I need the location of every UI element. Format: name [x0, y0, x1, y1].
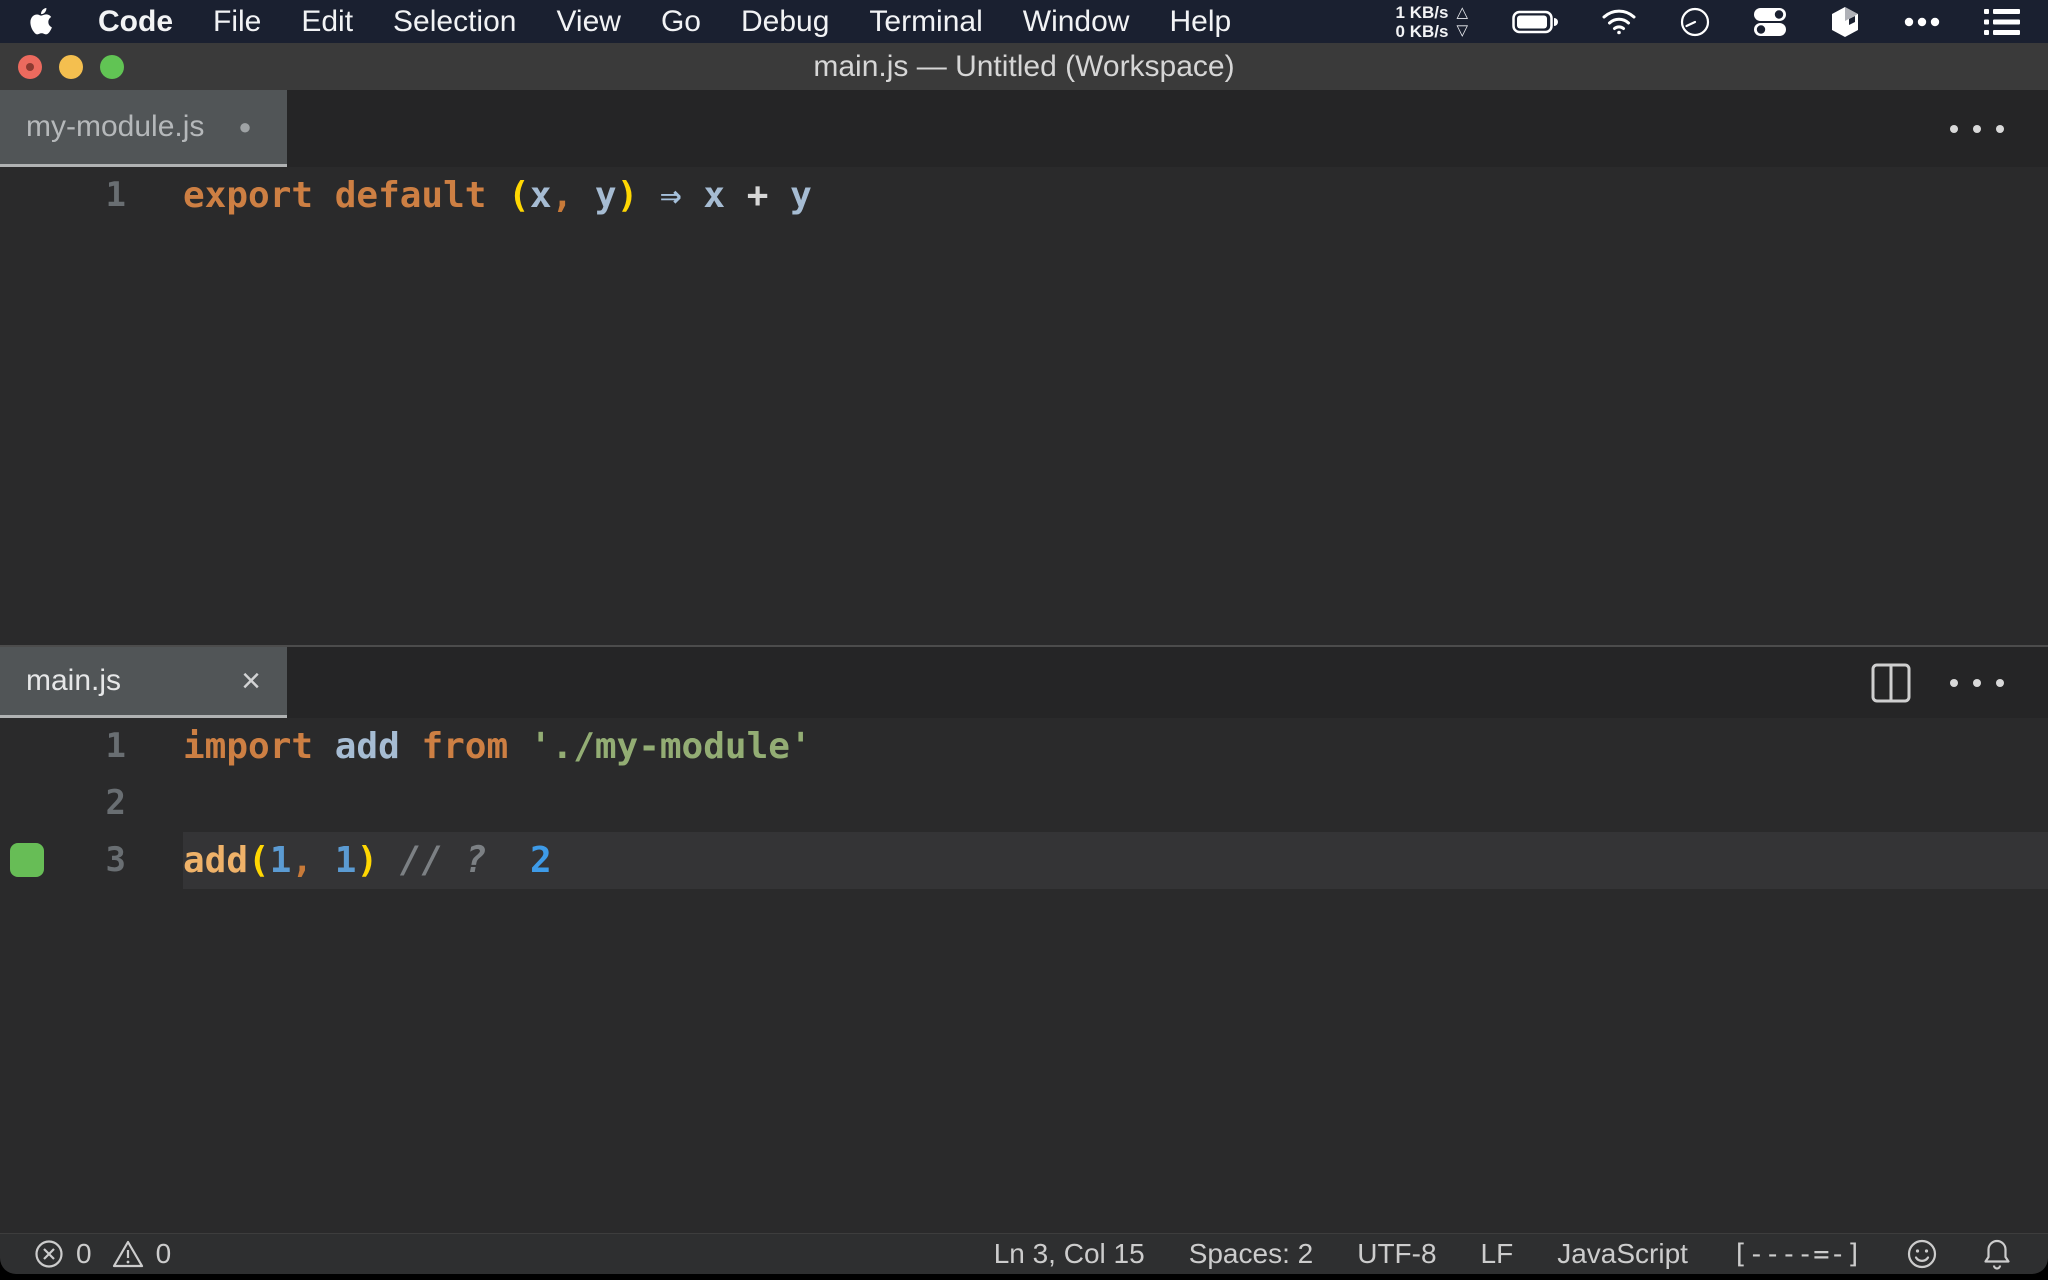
more-actions-icon[interactable] — [1950, 678, 2004, 687]
code-text: import add from './my-module' — [183, 726, 812, 767]
menu-app-name[interactable]: Code — [98, 5, 173, 39]
network-up-speed: 1 KB/s — [1395, 2, 1449, 22]
tab-label: main.js — [26, 664, 122, 697]
menu-item-window[interactable]: Window — [1023, 5, 1130, 39]
close-window-button[interactable] — [18, 54, 42, 79]
clock-icon[interactable] — [1680, 7, 1710, 37]
top-editor[interactable]: 1 export default (x, y) ⇒ x + y — [0, 167, 2048, 645]
warnings-icon[interactable] — [112, 1239, 144, 1269]
quokka-status-indicator[interactable]: [----=-] — [1732, 1239, 1862, 1270]
modified-dot-icon[interactable]: ● — [238, 114, 251, 140]
top-editor-tab-bar: my-module.js ● — [0, 90, 2048, 167]
feedback-smiley-icon[interactable] — [1906, 1238, 1938, 1270]
tab-main-js[interactable]: main.js × — [0, 647, 287, 718]
close-tab-icon[interactable]: × — [241, 664, 261, 698]
more-menu-icon[interactable] — [1904, 17, 1940, 27]
split-editor-icon[interactable] — [1870, 662, 1912, 704]
menu-item-debug[interactable]: Debug — [741, 5, 829, 39]
line-number: 1 — [105, 726, 126, 766]
bottom-editor-tab-bar: main.js × — [0, 647, 2048, 718]
language-mode[interactable]: JavaScript — [1557, 1238, 1688, 1270]
control-center-icon[interactable] — [1754, 7, 1786, 37]
code-line[interactable]: 1 import add from './my-module' — [0, 718, 2048, 775]
indentation[interactable]: Spaces: 2 — [1189, 1238, 1314, 1270]
code-line[interactable]: 2 — [0, 775, 2048, 832]
code-line-current[interactable]: 3 add(1, 1) // ? 2 — [0, 832, 2048, 889]
cursor-position[interactable]: Ln 3, Col 15 — [994, 1238, 1145, 1270]
bottom-editor[interactable]: 1 import add from './my-module' 2 3 add(… — [0, 718, 2048, 1233]
upload-arrow-icon: △ — [1456, 3, 1468, 21]
menu-item-selection[interactable]: Selection — [393, 5, 516, 39]
window-title: main.js — Untitled (Workspace) — [813, 49, 1235, 83]
maximize-window-button[interactable] — [100, 54, 124, 79]
tab-label: my-module.js — [26, 110, 205, 143]
quokka-coverage-marker[interactable] — [10, 843, 44, 877]
menu-item-go[interactable]: Go — [661, 5, 701, 39]
apple-icon[interactable] — [30, 8, 54, 36]
list-menu-icon[interactable] — [1984, 8, 2020, 35]
line-number: 1 — [105, 175, 126, 215]
menu-item-view[interactable]: View — [556, 5, 620, 39]
tab-my-module-js[interactable]: my-module.js ● — [0, 90, 287, 167]
package-box-icon[interactable] — [1830, 6, 1860, 38]
warnings-count[interactable]: 0 — [156, 1238, 172, 1270]
download-arrow-icon: ▽ — [1456, 21, 1468, 39]
menu-item-help[interactable]: Help — [1169, 5, 1231, 39]
code-text: export default (x, y) ⇒ x + y — [183, 175, 812, 216]
status-bar: 0 0 Ln 3, Col 15 Spaces: 2 UTF-8 LF Java… — [0, 1233, 2048, 1274]
encoding[interactable]: UTF-8 — [1357, 1238, 1436, 1270]
macos-menu-bar: Code File Edit Selection View Go Debug T… — [0, 0, 2048, 43]
menu-item-edit[interactable]: Edit — [301, 5, 353, 39]
menu-item-file[interactable]: File — [213, 5, 261, 39]
errors-icon[interactable] — [34, 1239, 64, 1269]
menu-item-terminal[interactable]: Terminal — [869, 5, 982, 39]
minimize-window-button[interactable] — [59, 54, 83, 79]
screen: Code File Edit Selection View Go Debug T… — [0, 0, 2048, 1280]
wifi-icon[interactable] — [1602, 9, 1636, 35]
more-actions-icon[interactable] — [1950, 124, 2004, 133]
network-speed-widget[interactable]: 1 KB/s 0 KB/s △ ▽ — [1396, 3, 1468, 41]
network-down-speed: 0 KB/s — [1395, 21, 1449, 41]
line-number: 2 — [105, 783, 126, 823]
code-text: add(1, 1) // ? 2 — [183, 840, 552, 881]
eol-sequence[interactable]: LF — [1481, 1238, 1514, 1270]
code-line[interactable]: 1 export default (x, y) ⇒ x + y — [0, 167, 2048, 224]
window-title-bar: main.js — Untitled (Workspace) — [0, 43, 2048, 90]
errors-count[interactable]: 0 — [76, 1238, 92, 1270]
notifications-bell-icon[interactable] — [1982, 1238, 2012, 1270]
battery-icon[interactable] — [1512, 10, 1558, 34]
